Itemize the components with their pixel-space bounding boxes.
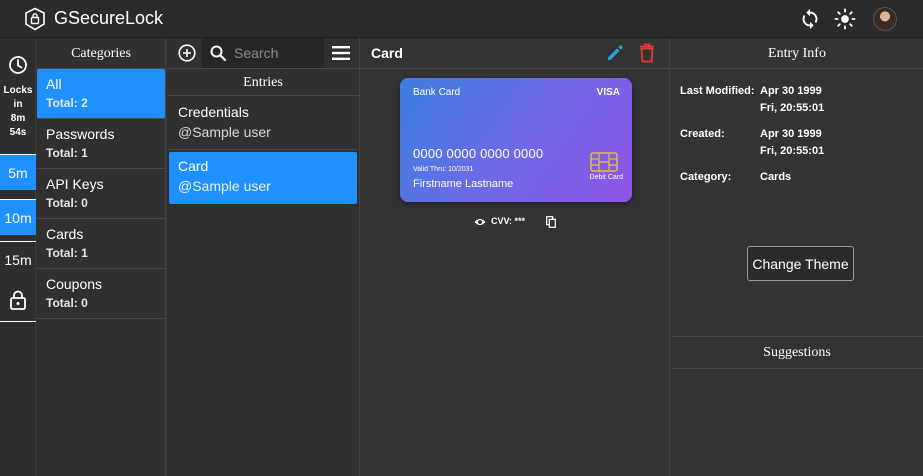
categories-header: Categories — [37, 38, 165, 69]
entry-title: Card — [178, 158, 209, 174]
entry-item-card[interactable]: Card @Sample user — [169, 152, 357, 204]
change-theme-button[interactable]: Change Theme — [747, 246, 854, 281]
card-kind: Bank Card — [413, 87, 461, 98]
entry-detail-panel: Card Bank Card VISA 0000 0000 0000 0000 … — [361, 38, 670, 476]
lock-5m-button[interactable]: 5m — [0, 154, 36, 190]
lock-15m-button[interactable]: 15m — [0, 241, 36, 277]
cvv-value: CVV: *** — [491, 216, 526, 226]
entry-item-credentials[interactable]: Credentials @Sample user — [169, 98, 357, 150]
category-passwords[interactable]: Passwords Total: 1 — [37, 119, 165, 169]
lock-timer-rail: Locks in 8m 54s 5m 10m 15m — [0, 38, 36, 476]
clock-icon — [9, 56, 27, 74]
entry-info-panel: Entry Info Last Modified: Apr 30 1999 Fr… — [671, 38, 923, 476]
search-box — [202, 38, 324, 68]
copy-icon[interactable] — [546, 216, 556, 228]
search-input[interactable] — [234, 44, 320, 62]
entry-info-header: Entry Info — [671, 38, 923, 69]
category-name: Coupons — [46, 276, 103, 292]
brightness-icon[interactable] — [834, 8, 856, 30]
user-avatar[interactable] — [873, 7, 897, 31]
search-icon — [210, 45, 226, 61]
entries-header: Entries — [167, 68, 359, 96]
category-name: All — [46, 76, 62, 92]
last-modified-label: Last Modified: — [680, 85, 755, 97]
lock-countdown: Locks in 8m 54s — [3, 85, 33, 138]
created-label: Created: — [680, 128, 725, 140]
categories-panel: Categories All Total: 2 Passwords Total:… — [37, 38, 166, 476]
category-api-keys[interactable]: API Keys Total: 0 — [37, 169, 165, 219]
entries-toolbar — [167, 38, 359, 68]
last-modified-date: Apr 30 1999 — [760, 85, 822, 97]
rail-divider — [0, 321, 36, 322]
card-number: 0000 0000 0000 0000 — [413, 146, 544, 161]
add-entry-icon[interactable] — [178, 44, 196, 62]
category-name: Cards — [46, 226, 84, 242]
category-name: API Keys — [46, 176, 104, 192]
category-total: Total: 2 — [46, 96, 88, 110]
bank-card-preview: Bank Card VISA 0000 0000 0000 0000 Valid… — [400, 78, 632, 202]
sync-icon[interactable] — [799, 8, 821, 30]
trash-icon[interactable] — [639, 43, 655, 63]
card-chip-icon — [590, 152, 618, 172]
category-total: Total: 0 — [46, 296, 88, 310]
detail-header: Card — [361, 38, 669, 69]
edit-icon[interactable] — [606, 44, 624, 62]
lock-10m-button[interactable]: 10m — [0, 199, 36, 235]
card-holder: Firstname Lastname — [413, 178, 514, 190]
lock-icon[interactable] — [9, 290, 27, 310]
category-coupons[interactable]: Coupons Total: 0 — [37, 269, 165, 319]
card-type: Debit Card — [589, 174, 623, 181]
category-cards[interactable]: Cards Total: 1 — [37, 219, 165, 269]
created-date: Apr 30 1999 — [760, 128, 822, 140]
category-value: Cards — [760, 171, 792, 183]
last-modified-time: Fri, 20:55:01 — [760, 102, 825, 114]
category-total: Total: 1 — [46, 146, 88, 160]
entry-title: Credentials — [178, 104, 249, 120]
category-name: Passwords — [46, 126, 115, 142]
menu-icon[interactable] — [332, 45, 350, 61]
card-valid-thru: Valid Thru: 10/2031 — [413, 166, 474, 173]
category-label: Category: — [680, 171, 732, 183]
top-bar: GSecureLock — [0, 0, 923, 38]
shield-lock-icon — [25, 7, 45, 31]
entries-panel: Entries Credentials @Sample user Card @S… — [167, 38, 360, 476]
entry-subtitle: @Sample user — [178, 124, 271, 140]
category-all[interactable]: All Total: 2 — [37, 69, 165, 119]
entry-subtitle: @Sample user — [178, 178, 271, 194]
category-total: Total: 1 — [46, 246, 88, 260]
detail-title: Card — [371, 45, 403, 61]
app-title: GSecureLock — [54, 8, 164, 28]
category-total: Total: 0 — [46, 196, 88, 210]
card-brand: VISA — [596, 87, 620, 98]
suggestions-header: Suggestions — [671, 336, 923, 369]
created-time: Fri, 20:55:01 — [760, 145, 825, 157]
eye-icon[interactable] — [474, 217, 486, 227]
